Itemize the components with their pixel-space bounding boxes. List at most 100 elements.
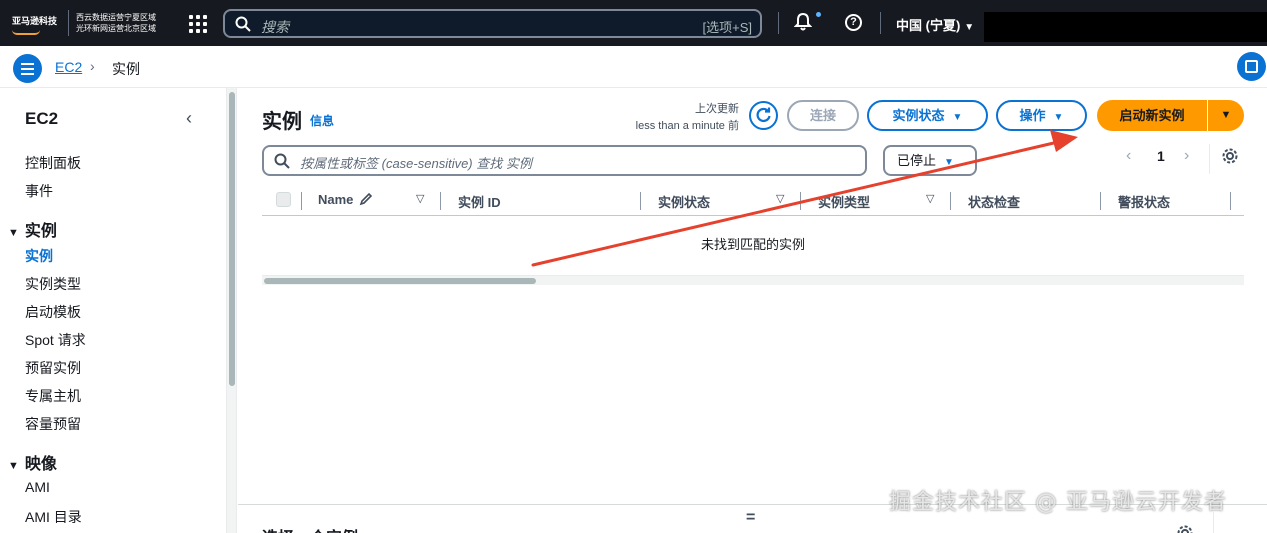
column-divider — [440, 192, 441, 210]
account-menu[interactable] — [984, 12, 1267, 42]
instance-state-label: 实例状态 — [892, 108, 945, 123]
pager-divider — [1209, 144, 1210, 174]
sidebar-item-launch-templates[interactable]: 启动模板 — [25, 302, 81, 322]
caret-down-icon: ▼ — [944, 157, 954, 168]
page-title: 实例 — [262, 111, 302, 133]
watermark-text: 掘金技术社区 @ 亚马逊云开发者 — [889, 490, 1227, 515]
region-operator-note: 西云数据运营宁夏区域 光环新网运营北京区域 — [76, 12, 156, 34]
connect-button[interactable]: 连接 — [787, 100, 859, 131]
sidebar-section-images[interactable]: ▼ 映像 — [8, 450, 57, 474]
column-name[interactable]: Name — [318, 192, 373, 207]
menu-toggle-button[interactable] — [13, 54, 42, 83]
sort-icon[interactable]: ▽ — [416, 192, 424, 205]
table-scrollbar-thumb[interactable] — [264, 278, 536, 284]
bell-icon[interactable] — [794, 12, 812, 32]
breadcrumb-ec2-link[interactable]: EC2 — [55, 59, 82, 75]
last-updated: 上次更新 less than a minute 前 — [623, 101, 739, 135]
caret-down-icon: ▼ — [952, 112, 963, 123]
region-note-line1: 西云数据运营宁夏区域 — [76, 13, 156, 22]
filter-placeholder: 按属性或标签 (case-sensitive) 查找 实例 — [300, 156, 532, 171]
column-name-label: Name — [318, 192, 354, 207]
table-header: Name ▽ 实例 ID 实例状态 ▽ 实例类型 ▽ 状态检查 警报状态 — [262, 186, 1244, 216]
nav-divider — [778, 12, 779, 34]
logo-divider — [68, 10, 69, 36]
state-filter-select[interactable]: 已停止 ▼ — [883, 145, 977, 176]
gear-icon[interactable] — [1176, 524, 1194, 533]
column-instance-state[interactable]: 实例状态 — [658, 192, 710, 211]
launch-instance-button[interactable]: 启动新实例 — [1097, 100, 1207, 131]
actions-button[interactable]: 操作 ▼ — [996, 100, 1087, 131]
region-note-line2: 光环新网运营北京区域 — [76, 24, 156, 33]
sidebar-item-instance-types[interactable]: 实例类型 — [25, 274, 81, 294]
column-instance-id[interactable]: 实例 ID — [458, 192, 501, 211]
search-icon — [274, 153, 290, 169]
aws-logo[interactable]: 亚马逊科技 — [12, 14, 57, 27]
refresh-button[interactable] — [749, 101, 778, 130]
previous-page-icon[interactable]: ‹ — [1126, 147, 1131, 165]
last-updated-value: less than a minute 前 — [635, 120, 739, 132]
column-divider — [950, 192, 951, 210]
logo-smile-icon — [12, 30, 40, 35]
info-link[interactable]: 信息 — [310, 112, 334, 129]
top-navigation: 亚马逊科技 西云数据运营宁夏区域 光环新网运营北京区域 搜索 [选项+S] ? … — [0, 0, 1267, 46]
sort-icon[interactable]: ▽ — [926, 192, 934, 205]
side-panel-button[interactable] — [1237, 52, 1266, 81]
help-icon[interactable]: ? — [845, 14, 862, 31]
sidebar-item-capacity-reservations[interactable]: 容量预留 — [25, 414, 81, 434]
column-divider — [640, 192, 641, 210]
section-label: 实例 — [24, 223, 57, 240]
column-status-check[interactable]: 状态检查 — [968, 192, 1020, 211]
caret-down-icon: ▼ — [1220, 109, 1232, 121]
last-updated-label: 上次更新 — [695, 103, 739, 115]
sidebar-item-dashboard[interactable]: 控制面板 — [25, 153, 81, 173]
sidebar-item-reserved-instances[interactable]: 预留实例 — [25, 358, 81, 378]
sort-icon[interactable]: ▽ — [776, 192, 784, 205]
refresh-icon — [756, 107, 771, 123]
lower-panel-title: 选择一个实例 — [262, 524, 358, 533]
instance-state-button[interactable]: 实例状态 ▼ — [867, 100, 988, 131]
apps-grid-icon[interactable] — [189, 15, 207, 33]
instance-filter-input[interactable]: 按属性或标签 (case-sensitive) 查找 实例 — [262, 145, 867, 176]
gear-icon[interactable] — [1221, 147, 1239, 165]
breadcrumb-current: 实例 — [112, 61, 140, 77]
search-shortcut-hint: [选项+S] — [702, 20, 753, 35]
chevron-right-icon: › — [90, 58, 95, 74]
sidebar-section-instances[interactable]: ▼ 实例 — [8, 217, 57, 241]
region-label: 中国 (宁夏) — [896, 18, 961, 33]
breadcrumb-bar: EC2 › 实例 — [0, 46, 1267, 88]
nav-divider — [880, 12, 881, 34]
next-page-icon[interactable]: › — [1184, 147, 1189, 165]
caret-down-icon: ▼ — [964, 22, 975, 33]
caret-down-icon: ▼ — [1053, 112, 1064, 123]
column-instance-type[interactable]: 实例类型 — [818, 192, 870, 211]
sidebar-item-events[interactable]: 事件 — [25, 181, 53, 201]
state-filter-value: 已停止 — [897, 153, 937, 168]
sidebar-item-dedicated-hosts[interactable]: 专属主机 — [25, 386, 81, 406]
page-number[interactable]: 1 — [1157, 148, 1165, 164]
global-search-input[interactable]: 搜索 [选项+S] — [223, 9, 762, 38]
launch-instance-dropdown[interactable]: ▼ — [1208, 100, 1244, 131]
actions-label: 操作 — [1019, 108, 1046, 123]
sidebar-item-ami[interactable]: AMI — [25, 479, 50, 495]
sidebar-item-ami-catalog[interactable]: AMI 目录 — [25, 507, 82, 527]
split-panel-handle[interactable]: = — [746, 509, 755, 527]
column-divider — [301, 192, 302, 210]
sidebar-item-instances[interactable]: 实例 — [25, 246, 53, 266]
select-all-checkbox[interactable] — [276, 192, 291, 207]
search-icon — [235, 16, 251, 32]
column-divider — [1230, 192, 1231, 210]
table-horizontal-scrollbar[interactable] — [262, 275, 1244, 285]
column-alarm-status[interactable]: 警报状态 — [1118, 192, 1170, 211]
sidebar-title: EC2 — [25, 109, 59, 128]
sidebar-item-spot-requests[interactable]: Spot 请求 — [25, 330, 86, 350]
notification-badge — [816, 12, 821, 17]
collapse-sidebar-icon[interactable]: ‹ — [186, 108, 192, 129]
sidebar-scrollbar[interactable] — [226, 88, 237, 533]
section-label: 映像 — [24, 456, 57, 473]
pencil-icon — [359, 192, 373, 206]
column-divider — [1100, 192, 1101, 210]
sidebar-scrollbar-thumb[interactable] — [229, 92, 235, 386]
caret-down-icon: ▼ — [8, 460, 19, 472]
region-selector[interactable]: 中国 (宁夏) ▼ — [896, 15, 974, 34]
search-placeholder: 搜索 — [261, 19, 289, 35]
